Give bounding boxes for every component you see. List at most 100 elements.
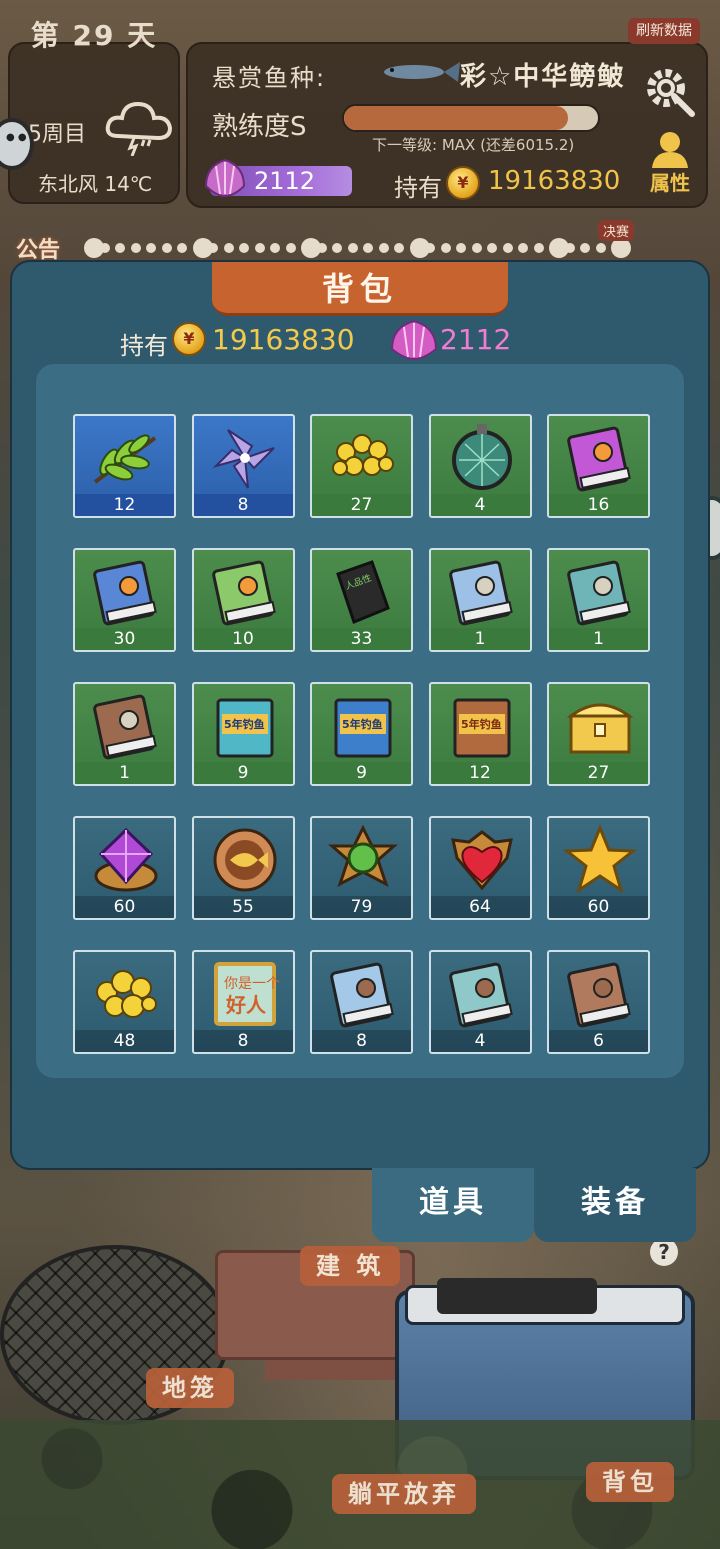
week-label: 5周目 <box>28 122 86 147</box>
progress-dot <box>502 243 513 253</box>
inventory-slot[interactable]: 5年钓鱼 9 <box>191 682 295 786</box>
purple-book-3-icon <box>563 422 637 494</box>
inventory-slot[interactable]: 16 <box>547 414 650 518</box>
proficiency-progress-fill <box>344 106 568 130</box>
inventory-slot[interactable]: 8 <box>310 950 413 1054</box>
progress-dot <box>146 243 156 253</box>
item-grid: 12 8 27 4 16 30 10 人品性 33 1 1 1 5年钓鱼 9 5年钓鱼 9 5年钓鱼 12 27 60… <box>73 414 650 1054</box>
progress-dot <box>440 243 451 253</box>
pink-shell-icon <box>390 319 438 361</box>
cage-button[interactable]: 地笼 <box>146 1368 234 1408</box>
inventory-slot[interactable]: 1 <box>73 682 176 786</box>
inventory-slot[interactable]: 48 <box>73 950 176 1054</box>
coin-amount: 19163830 <box>488 166 621 196</box>
inventory-slot[interactable]: 60 <box>547 816 650 920</box>
mid-manual-brown-icon <box>89 690 163 762</box>
progress-dot <box>223 243 234 253</box>
next-level-text: 下一等级: MAX (还差6015.2) <box>372 136 575 154</box>
attribute-button[interactable]: 属性 <box>640 128 700 196</box>
item-count: 4 <box>430 1030 530 1052</box>
thunderstorm-cloud-icon <box>105 101 173 156</box>
backpack-title: 背包 <box>212 262 508 316</box>
item-count: 64 <box>430 896 530 918</box>
gold-star-icon <box>562 824 638 896</box>
item-count: 9 <box>193 762 293 784</box>
refresh-data-button[interactable]: 刷新数据 <box>628 18 700 44</box>
svg-text:5年钓鱼: 5年钓鱼 <box>461 717 502 731</box>
inventory-slot[interactable]: 60 <box>73 816 176 920</box>
attribute-label: 属性 <box>650 171 690 195</box>
final-tag: 决赛 <box>598 220 635 241</box>
inventory-slot[interactable]: 6 <box>547 950 650 1054</box>
progress-dot <box>239 243 249 253</box>
inventory-slot[interactable]: 1 <box>428 548 532 652</box>
inventory-slot[interactable]: 10 <box>191 548 295 652</box>
exam-book-blue-icon: 5年钓鱼 <box>326 690 400 762</box>
person-icon <box>652 132 688 168</box>
svg-text:你是一个: 你是一个 <box>224 976 280 992</box>
inventory-slot[interactable]: 5年钓鱼 12 <box>428 682 532 786</box>
hold-label: 持有 <box>394 174 442 202</box>
item-count: 33 <box>312 628 411 650</box>
inventory-slot[interactable]: 5年钓鱼 9 <box>310 682 413 786</box>
fishing-net-icon <box>445 422 519 494</box>
progress-dot <box>564 243 575 253</box>
inventory-slot[interactable]: 79 <box>310 816 413 920</box>
progress-dot <box>332 243 342 253</box>
item-count: 55 <box>193 896 293 918</box>
progress-dot <box>347 243 358 253</box>
backpack-hold-label: 持有 <box>120 332 168 360</box>
inventory-slot[interactable]: 55 <box>191 816 295 920</box>
progress-dot <box>533 243 544 253</box>
exam-book-teal-icon: 5年钓鱼 <box>208 690 282 762</box>
notice-label[interactable]: 公告 <box>16 232 60 264</box>
inventory-slot[interactable]: 4 <box>428 950 532 1054</box>
coin-icon: ¥ <box>446 166 480 200</box>
progress-dot <box>130 243 141 253</box>
exam-book-brown-icon: 5年钓鱼 <box>445 690 519 762</box>
green-book-1-icon <box>208 556 282 628</box>
give-up-button[interactable]: 躺平放弃 <box>332 1474 476 1514</box>
shell-currency-pill: 2112 <box>204 158 352 198</box>
item-count: 4 <box>430 494 530 516</box>
progress-dot <box>161 243 172 253</box>
item-count: 10 <box>193 628 293 650</box>
shell-amount: 2112 <box>254 167 316 195</box>
backpack-coin-amount: 19163830 <box>212 323 355 356</box>
inventory-slot[interactable]: 4 <box>428 414 532 518</box>
progress-dot <box>270 243 280 253</box>
bag-button[interactable]: 背包 <box>586 1462 674 1502</box>
progress-dot <box>208 243 218 253</box>
progress-dot <box>99 243 110 253</box>
inventory-slot[interactable]: 30 <box>73 548 176 652</box>
inventory-slot[interactable]: 1 <box>547 548 650 652</box>
inventory-slot[interactable]: 人品性 33 <box>310 548 413 652</box>
heart-gem-icon <box>445 824 519 896</box>
building-button[interactable]: 建 筑 <box>300 1246 401 1286</box>
tab-items[interactable]: 道具 <box>372 1168 534 1242</box>
progress-dot <box>425 243 435 253</box>
item-count: 48 <box>75 1030 174 1052</box>
inventory-slot[interactable]: 27 <box>310 414 413 518</box>
backpack-shell-amount: 2112 <box>440 323 512 356</box>
progress-dot <box>363 243 373 253</box>
item-count: 1 <box>75 762 174 784</box>
item-count: 16 <box>549 494 648 516</box>
inventory-slot[interactable]: 27 <box>547 682 650 786</box>
basic-manual-blue-icon <box>326 958 400 1030</box>
tab-equipment[interactable]: 装备 <box>534 1168 696 1242</box>
inventory-slot[interactable]: 64 <box>428 816 532 920</box>
inventory-slot[interactable]: 你是一个 好人 8 <box>191 950 295 1054</box>
bounty-label: 悬赏鱼种: <box>212 64 327 92</box>
svg-text:5年钓鱼: 5年钓鱼 <box>224 717 265 731</box>
tackle-box <box>437 1278 597 1314</box>
progress-dot <box>177 243 187 253</box>
event-progress-track <box>84 236 634 260</box>
svg-text:5年钓鱼: 5年钓鱼 <box>342 717 383 731</box>
help-icon[interactable]: ? <box>650 1238 678 1266</box>
settings-gear-icon[interactable] <box>640 60 698 118</box>
inventory-slot[interactable]: 12 <box>73 414 176 518</box>
inventory-slot[interactable]: 8 <box>191 414 295 518</box>
progress-dot <box>456 243 466 253</box>
progress-dot <box>378 243 389 253</box>
